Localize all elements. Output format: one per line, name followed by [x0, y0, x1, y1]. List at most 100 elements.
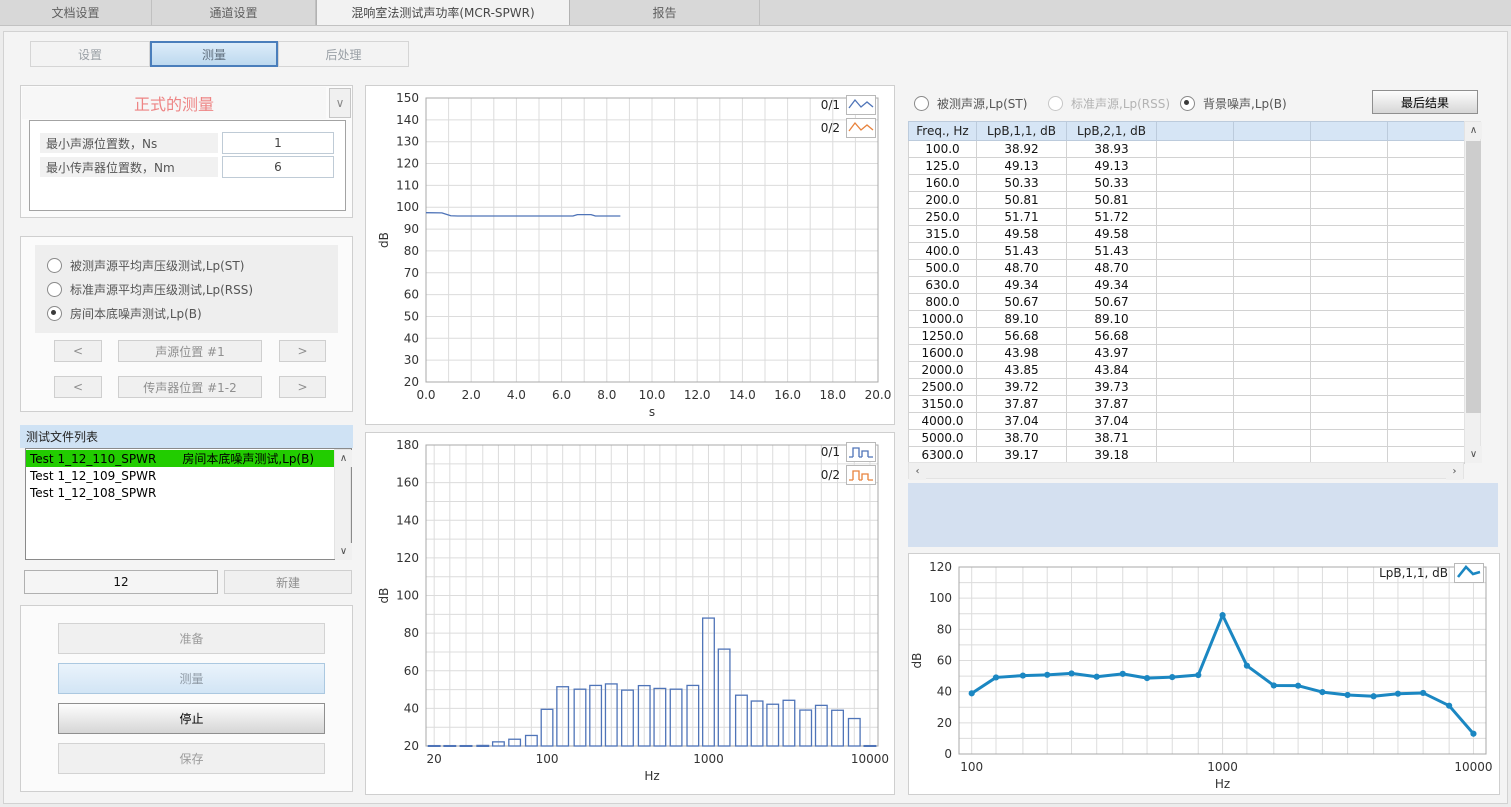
table-row[interactable]: 5000.038.7038.71: [909, 430, 1465, 447]
svg-text:2.0: 2.0: [462, 388, 481, 402]
table-row[interactable]: 3150.037.8737.87: [909, 396, 1465, 413]
chart-legend: 0/10/2: [821, 95, 876, 138]
svg-text:80: 80: [404, 626, 419, 640]
table-row[interactable]: 1600.043.9843.97: [909, 345, 1465, 362]
table-row[interactable]: 100.038.9238.93: [909, 141, 1465, 158]
table-horizontal-scrollbar[interactable]: ‹ ›: [908, 462, 1464, 479]
radio-lp-b-view[interactable]: 背景噪声,Lp(B): [1180, 95, 1287, 112]
scroll-down-icon[interactable]: ∨: [1465, 446, 1482, 463]
table-cell: [1311, 175, 1388, 192]
table-cell: 49.34: [1067, 277, 1157, 294]
table-cell: 39.73: [1067, 379, 1157, 396]
table-cell: [1234, 158, 1311, 175]
legend-entry: 0/1: [821, 442, 876, 462]
table-row[interactable]: 800.050.6750.67: [909, 294, 1465, 311]
table-row[interactable]: 1250.056.6856.68: [909, 328, 1465, 345]
table-cell: [1157, 379, 1234, 396]
min-source-positions-label: 最小声源位置数，Ns: [40, 133, 218, 153]
radio-lp-st-view[interactable]: 被测声源,Lp(ST): [914, 95, 1027, 112]
table-row[interactable]: 400.051.4351.43: [909, 243, 1465, 260]
table-cell: 100.0: [909, 141, 977, 158]
tab-channel-settings[interactable]: 通道设置: [152, 0, 316, 25]
scroll-left-icon[interactable]: ‹: [909, 463, 926, 480]
table-header-cell[interactable]: [1311, 122, 1388, 141]
table-header-cell[interactable]: [1388, 122, 1465, 141]
file-list-scrollbar[interactable]: ∧ ∨: [334, 449, 351, 559]
mic-position-prev-button[interactable]: <: [54, 376, 102, 398]
subtab-settings[interactable]: 设置: [30, 41, 150, 67]
source-position-label-button[interactable]: 声源位置 #1: [118, 340, 262, 362]
scroll-up-icon[interactable]: ∧: [1465, 122, 1482, 139]
mode-selector-dropdown-button[interactable]: ∨: [329, 88, 351, 118]
table-cell: 4000.0: [909, 413, 977, 430]
min-mic-positions-field[interactable]: 6: [222, 156, 334, 178]
table-cell: 3150.0: [909, 396, 977, 413]
measure-button[interactable]: 测量: [58, 663, 325, 694]
radio-lp-st-test[interactable]: 被测声源平均声压级测试,Lp(ST): [47, 257, 244, 274]
radio-label: 被测声源平均声压级测试,Lp(ST): [70, 257, 244, 274]
table-cell: [1311, 226, 1388, 243]
svg-text:90: 90: [404, 222, 419, 236]
table-row[interactable]: 2500.039.7239.73: [909, 379, 1465, 396]
table-row[interactable]: 2000.043.8543.84: [909, 362, 1465, 379]
file-name: Test 1_12_110_SPWR: [30, 452, 156, 466]
svg-text:40: 40: [404, 331, 419, 345]
table-row[interactable]: 315.049.5849.58: [909, 226, 1465, 243]
new-file-button[interactable]: 新建: [224, 570, 352, 594]
source-position-next-button[interactable]: >: [279, 340, 326, 362]
tab-mcr-spwr[interactable]: 混响室法测试声功率(MCR-SPWR): [316, 0, 570, 25]
scroll-up-icon[interactable]: ∧: [335, 450, 352, 467]
tab-document-settings[interactable]: 文档设置: [0, 0, 152, 25]
source-position-prev-button[interactable]: <: [54, 340, 102, 362]
table-cell: [1234, 413, 1311, 430]
table-row[interactable]: 4000.037.0437.04: [909, 413, 1465, 430]
subtab-measure[interactable]: 测量: [150, 41, 278, 67]
table-row[interactable]: 160.050.3350.33: [909, 175, 1465, 192]
table-row[interactable]: 200.050.8150.81: [909, 192, 1465, 209]
final-result-button[interactable]: 最后结果: [1372, 90, 1478, 114]
scroll-right-icon[interactable]: ›: [1446, 463, 1463, 480]
prepare-button[interactable]: 准备: [58, 623, 325, 654]
svg-text:10.0: 10.0: [639, 388, 666, 402]
scroll-down-icon[interactable]: ∨: [335, 543, 352, 560]
table-vertical-scrollbar[interactable]: ∧ ∨: [1464, 121, 1481, 462]
file-count-button[interactable]: 12: [24, 570, 218, 594]
table-row[interactable]: 500.048.7048.70: [909, 260, 1465, 277]
svg-text:60: 60: [937, 654, 952, 668]
tab-report[interactable]: 报告: [570, 0, 760, 25]
svg-text:100: 100: [929, 591, 952, 605]
mic-position-next-button[interactable]: >: [279, 376, 326, 398]
table-header-cell[interactable]: Freq., Hz: [909, 122, 977, 141]
table-row[interactable]: 250.051.7151.72: [909, 209, 1465, 226]
table-header-cell[interactable]: [1234, 122, 1311, 141]
stop-button[interactable]: 停止: [58, 703, 325, 734]
radio-lp-b-test[interactable]: 房间本底噪声测试,Lp(B): [47, 305, 202, 322]
radio-lp-rss-test[interactable]: 标准声源平均声压级测试,Lp(RSS): [47, 281, 253, 298]
table-header-cell[interactable]: LpB,1,1, dB: [977, 122, 1067, 141]
svg-text:0: 0: [944, 747, 952, 761]
table-cell: [1157, 294, 1234, 311]
table-row[interactable]: 125.049.1349.13: [909, 158, 1465, 175]
table-row[interactable]: 1000.089.1089.10: [909, 311, 1465, 328]
table-cell: [1234, 379, 1311, 396]
table-header-cell[interactable]: [1157, 122, 1234, 141]
file-list-item[interactable]: Test 1_12_109_SPWR: [26, 467, 334, 484]
file-list-item[interactable]: Test 1_12_110_SPWR房间本底噪声测试,Lp(B): [26, 450, 334, 467]
scrollbar-thumb[interactable]: [1466, 141, 1481, 413]
mic-position-label-button[interactable]: 传声器位置 #1-2: [118, 376, 262, 398]
svg-text:120: 120: [396, 157, 419, 171]
save-button[interactable]: 保存: [58, 743, 325, 774]
min-source-positions-field[interactable]: 1: [222, 132, 334, 154]
table-row[interactable]: 630.049.3449.34: [909, 277, 1465, 294]
table-row[interactable]: 6300.039.1739.18: [909, 447, 1465, 464]
table-cell: [1388, 311, 1465, 328]
table-header-cell[interactable]: LpB,2,1, dB: [1067, 122, 1157, 141]
radio-lp-rss-view[interactable]: 标准声源,Lp(RSS): [1048, 95, 1170, 112]
svg-text:dB: dB: [910, 653, 924, 669]
legend-entry: 0/2: [821, 465, 876, 485]
radio-icon: [914, 96, 929, 111]
file-list-item[interactable]: Test 1_12_108_SPWR: [26, 484, 334, 501]
mode-selector-value[interactable]: 正式的测量: [22, 87, 326, 119]
subtab-postprocess[interactable]: 后处理: [278, 41, 409, 67]
params-box: 最小声源位置数，Ns 1 最小传声器位置数，Nm 6: [29, 120, 346, 211]
